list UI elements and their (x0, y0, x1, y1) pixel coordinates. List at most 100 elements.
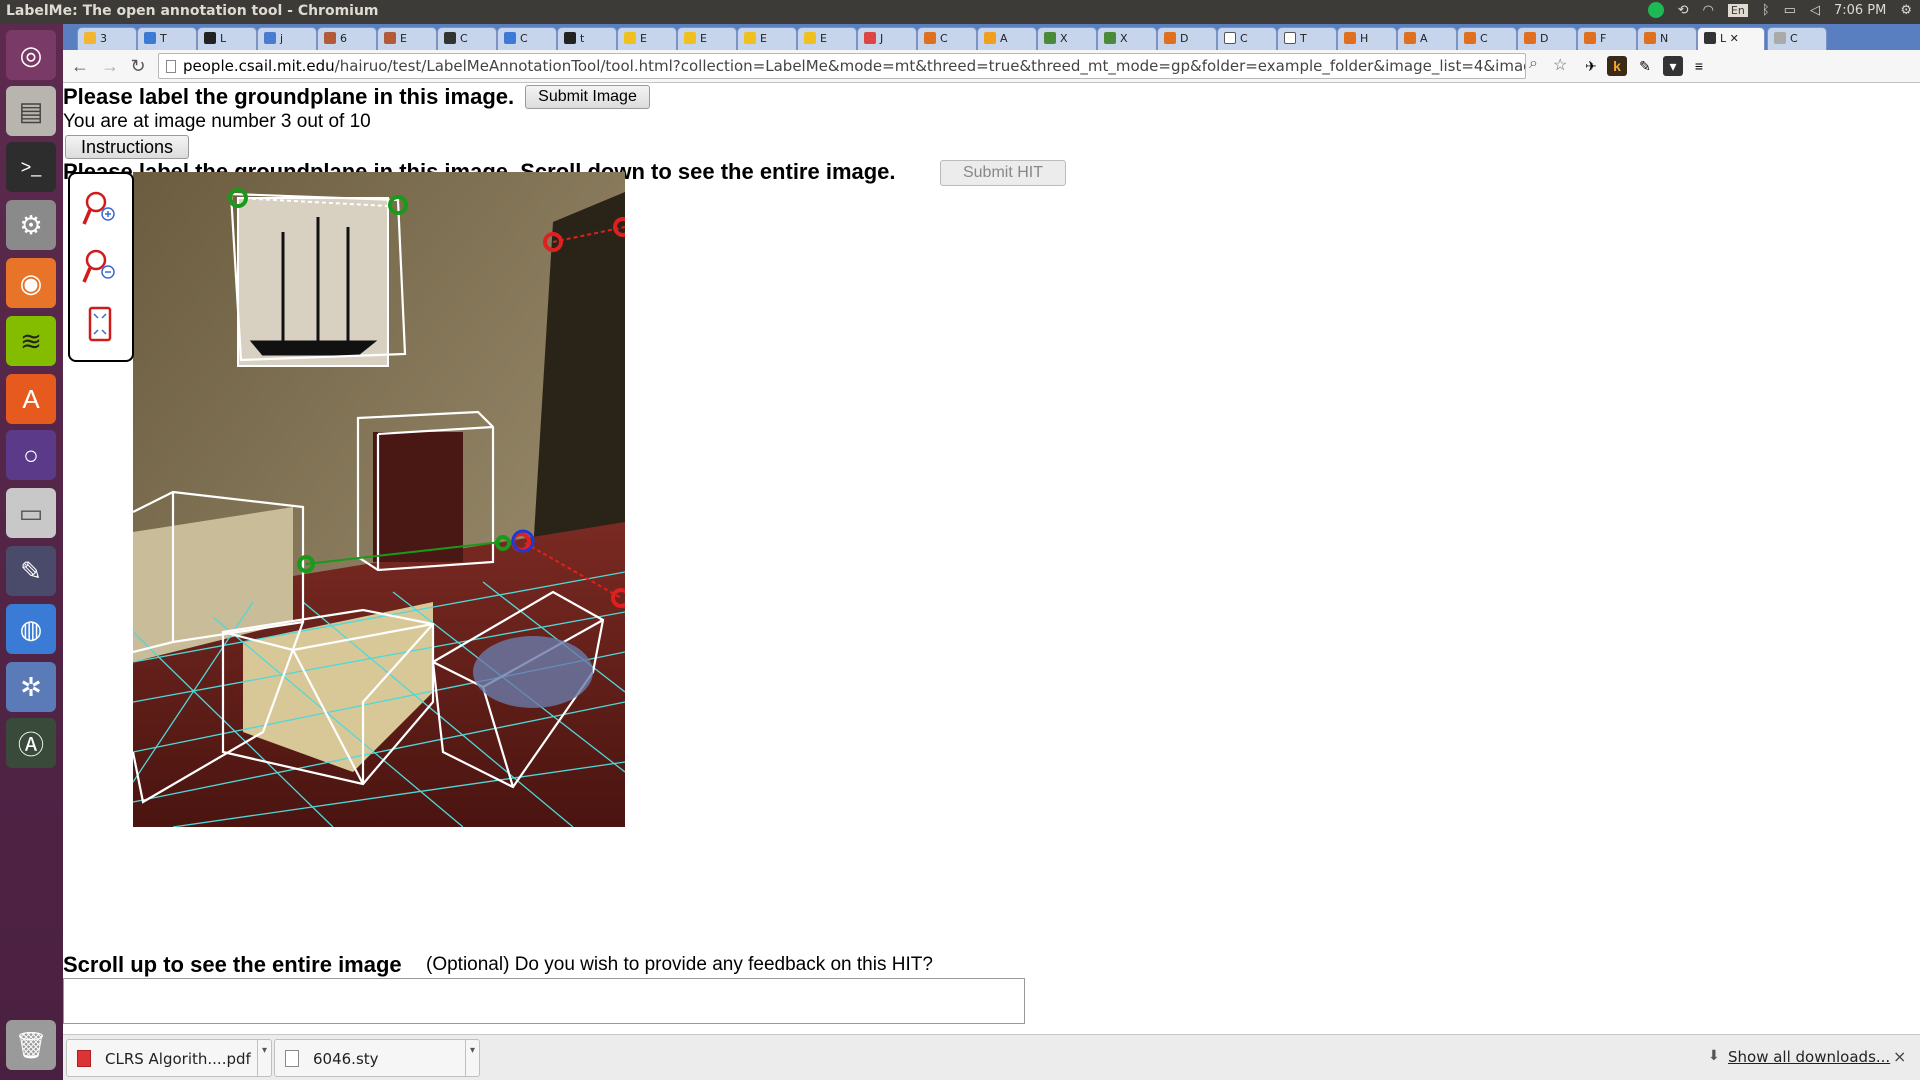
extension-badge-icon[interactable]: ✎ (1635, 56, 1655, 76)
reload-button[interactable]: ↻ (127, 55, 149, 77)
browser-tab[interactable]: C (917, 27, 977, 50)
tab-favicon-icon (1404, 32, 1416, 44)
browser-tab[interactable]: T (137, 27, 197, 50)
browser-tab[interactable]: 6 (317, 27, 377, 50)
tab-favicon-icon (204, 32, 216, 44)
chromium-icon[interactable]: ◍ (6, 604, 56, 654)
bluetooth-icon[interactable]: ᛒ (1762, 3, 1770, 18)
downloads-bar: CLRS Algorith....pdf ▾ 6046.sty ▾ ⬇ Show… (63, 1034, 1920, 1080)
spotify-icon[interactable]: ≋ (6, 316, 56, 366)
tab-favicon-icon (744, 32, 756, 44)
download-menu-arrow-icon[interactable]: ▾ (257, 1040, 271, 1076)
zoom-out-icon[interactable] (82, 246, 118, 286)
feedback-textarea[interactable] (63, 978, 1025, 1024)
software-center-icon[interactable]: A (6, 374, 56, 424)
browser-tab[interactable]: J (857, 27, 917, 50)
submit-hit-button[interactable]: Submit HIT (940, 160, 1066, 186)
tab-close-icon[interactable]: ✕ (1730, 32, 1739, 45)
tab-favicon-icon (504, 32, 516, 44)
bookmark-star-icon[interactable]: ☆ (1553, 55, 1567, 75)
settings-gear-icon[interactable]: ⚙ (1900, 3, 1912, 18)
browser-tab[interactable]: X (1037, 27, 1097, 50)
files-icon[interactable]: ▤ (6, 86, 56, 136)
extension-k-icon[interactable]: k (1607, 56, 1627, 76)
clock[interactable]: 7:06 PM (1834, 3, 1886, 18)
zoom-icon[interactable]: ⌕ (1529, 55, 1538, 73)
app-swirl-icon[interactable]: ✲ (6, 662, 56, 712)
browser-tab[interactable]: E (737, 27, 797, 50)
page-content: Please label the groundplane in this ima… (63, 84, 1920, 1034)
browser-tab[interactable]: L (197, 27, 257, 50)
dog (473, 636, 593, 708)
browser-tab[interactable]: A (977, 27, 1037, 50)
tab-favicon-icon (1464, 32, 1476, 44)
extension-pin-icon[interactable]: ✈ (1581, 56, 1601, 76)
tab-favicon-icon (564, 32, 576, 44)
download-item-pdf[interactable]: CLRS Algorith....pdf ▾ (66, 1039, 272, 1077)
dash-home-icon[interactable]: ◎ (6, 30, 56, 80)
tab-favicon-icon (324, 32, 336, 44)
feedback-prompt: (Optional) Do you wish to provide any fe… (426, 954, 933, 975)
app-circle-icon[interactable]: ○ (6, 430, 56, 480)
browser-tab[interactable]: C (1767, 27, 1827, 50)
window-title: LabelMe: The open annotation tool - Chro… (6, 3, 379, 19)
texteditor-icon[interactable]: ✎ (6, 546, 56, 596)
scene-illustration (133, 172, 625, 827)
back-button[interactable]: ← (69, 55, 91, 77)
drive-icon[interactable]: ▭ (6, 488, 56, 538)
browser-tab[interactable]: N (1637, 27, 1697, 50)
browser-tab[interactable]: C (1457, 27, 1517, 50)
show-all-downloads-link[interactable]: Show all downloads... (1728, 1048, 1890, 1066)
download-filename: 6046.sty (313, 1050, 379, 1068)
progress-text: You are at image number 3 out of 10 (63, 111, 371, 132)
battery-icon[interactable]: ▭ (1784, 3, 1796, 18)
menu-icon[interactable]: ≡ (1689, 56, 1709, 76)
browser-tab-active[interactable]: L ✕ (1697, 27, 1765, 50)
volume-icon[interactable]: ◁ (1810, 3, 1820, 18)
browser-tab[interactable]: j (257, 27, 317, 50)
fit-to-window-icon[interactable] (82, 304, 118, 344)
browser-tab[interactable]: X (1097, 27, 1157, 50)
download-item-sty[interactable]: 6046.sty ▾ (274, 1039, 480, 1077)
keyboard-layout-indicator[interactable]: En (1727, 3, 1748, 17)
forward-button[interactable]: → (99, 55, 121, 77)
browser-tab[interactable]: D (1157, 27, 1217, 50)
zoom-in-icon[interactable] (82, 188, 118, 228)
browser-tab[interactable]: E (617, 27, 677, 50)
browser-tab[interactable]: A (1397, 27, 1457, 50)
browser-tab[interactable]: 3 (77, 27, 137, 50)
terminal-icon[interactable]: >_ (6, 142, 56, 192)
browser-tab[interactable]: T (1277, 27, 1337, 50)
annotation-image[interactable] (133, 172, 625, 827)
tab-favicon-icon (1344, 32, 1356, 44)
url-host: people.csail.mit.edu (183, 57, 335, 75)
browser-tab[interactable]: F (1577, 27, 1637, 50)
browser-tab[interactable]: C (497, 27, 557, 50)
download-menu-arrow-icon[interactable]: ▾ (465, 1040, 479, 1076)
address-bar[interactable]: people.csail.mit.edu/hairuo/test/LabelMe… (158, 53, 1526, 79)
close-downloads-icon[interactable]: × (1893, 1047, 1906, 1066)
browser-tab[interactable]: D (1517, 27, 1577, 50)
pocket-icon[interactable]: ▾ (1663, 56, 1683, 76)
browser-tab[interactable]: E (377, 27, 437, 50)
browser-tab[interactable]: C (1217, 27, 1277, 50)
updater-icon[interactable]: Ⓐ (6, 718, 56, 768)
tab-favicon-icon (444, 32, 456, 44)
system-settings-icon[interactable]: ⚙ (6, 200, 56, 250)
browser-tab[interactable]: E (677, 27, 737, 50)
firefox-icon[interactable]: ◉ (6, 258, 56, 308)
browser-tab[interactable]: t (557, 27, 617, 50)
submit-image-button[interactable]: Submit Image (525, 85, 650, 109)
instructions-button[interactable]: Instructions (65, 135, 189, 159)
spotify-tray-icon[interactable] (1647, 2, 1664, 18)
trash-icon[interactable]: 🗑 (6, 1020, 56, 1070)
download-filename: CLRS Algorith....pdf (105, 1050, 251, 1068)
browser-tab[interactable]: C (437, 27, 497, 50)
file-icon (285, 1050, 299, 1067)
tab-favicon-icon (1524, 32, 1536, 44)
sync-icon[interactable]: ⟲ (1678, 3, 1689, 18)
browser-tab[interactable]: E (797, 27, 857, 50)
wifi-icon[interactable]: ◠ (1703, 3, 1714, 18)
browser-tab[interactable]: H (1337, 27, 1397, 50)
tab-strip: 3 T L j 6 E C C t E E E E J C A X X D C … (63, 24, 1920, 50)
